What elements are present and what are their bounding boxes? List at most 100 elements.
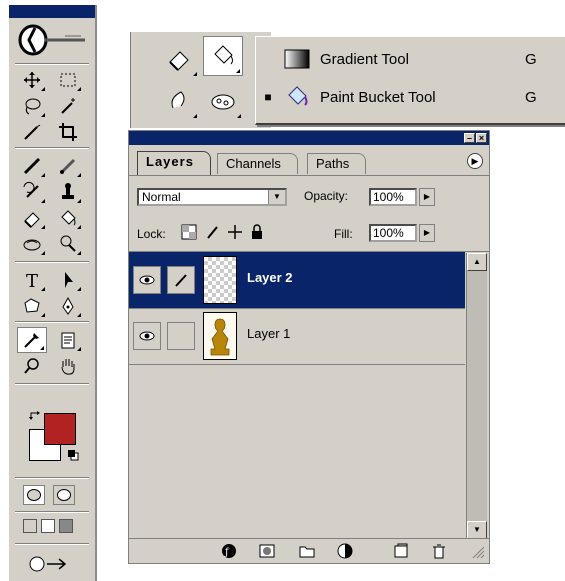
slice-tool-icon[interactable] — [17, 119, 47, 145]
tool-options-strip — [130, 32, 271, 128]
shape-tool-icon[interactable] — [17, 293, 47, 319]
photoshop-logo-icon[interactable] — [15, 22, 89, 58]
toolbox-separator — [15, 321, 89, 323]
fill-label: Fill: — [334, 227, 353, 241]
flyout-item-shortcut: G — [525, 88, 537, 106]
palette-bottom-bar: ƒ — [129, 538, 489, 563]
layer-row[interactable]: Layer 1 — [129, 308, 465, 365]
layer-thumbnail — [203, 256, 237, 304]
bucket-tool-icon[interactable] — [53, 205, 83, 231]
opacity-field[interactable]: 100% — [369, 188, 417, 206]
minimize-button[interactable]: – — [464, 133, 475, 143]
type-tool-icon[interactable]: T — [17, 267, 47, 293]
new-layer-icon[interactable] — [393, 543, 409, 559]
quick-mask-mode-button[interactable] — [53, 485, 75, 505]
toolbox-separator — [15, 63, 89, 65]
clone-stamp-tool-icon[interactable] — [53, 179, 83, 205]
sponge-tool-icon[interactable] — [203, 80, 243, 120]
move-tool-icon[interactable] — [17, 67, 47, 93]
flyout-item-paint-bucket[interactable]: ■ Paint Bucket Tool G — [256, 79, 565, 115]
path-selection-tool-icon[interactable] — [53, 267, 83, 293]
layer-thumbnail-statue-icon — [203, 312, 237, 360]
layer-row[interactable]: Layer 2 — [129, 252, 465, 309]
blend-mode-value: Normal — [142, 190, 181, 204]
layers-scrollbar[interactable]: ▲ ▼ — [466, 253, 487, 539]
flyout-item-label: Paint Bucket Tool — [320, 88, 436, 106]
trash-icon[interactable] — [431, 543, 447, 559]
brush-tool-icon[interactable] — [53, 153, 83, 179]
tab-paths[interactable]: Paths — [307, 153, 367, 174]
full-screen-mode-button[interactable] — [59, 519, 73, 533]
eraser-tool-icon[interactable] — [17, 205, 47, 231]
layer-style-icon[interactable]: ƒ — [221, 543, 237, 559]
zoom-tool-icon[interactable] — [17, 353, 47, 379]
toolbox-separator — [15, 543, 89, 545]
full-screen-menu-mode-button[interactable] — [41, 519, 55, 533]
lock-position-icon[interactable] — [227, 224, 243, 240]
swap-colors-icon[interactable] — [29, 409, 41, 421]
lock-image-icon[interactable] — [205, 224, 221, 240]
paint-bucket-icon — [280, 82, 314, 112]
layer-name: Layer 1 — [247, 326, 291, 341]
foreground-color-swatch[interactable] — [44, 413, 76, 445]
marquee-tool-icon[interactable] — [53, 67, 83, 93]
layer-brush-icon[interactable] — [167, 266, 195, 294]
visibility-eye-icon[interactable] — [133, 266, 161, 294]
dodge-tool-icon[interactable] — [53, 231, 83, 257]
flyout-item-shortcut: G — [525, 50, 537, 68]
gradient-tool-icon — [280, 44, 314, 74]
toolbox-separator — [15, 147, 89, 149]
visibility-eye-icon[interactable] — [133, 322, 161, 350]
new-set-icon[interactable] — [299, 543, 315, 559]
flyout-item-gradient[interactable]: Gradient Tool G — [256, 41, 565, 77]
jump-to-imageready-icon[interactable] — [19, 551, 79, 577]
layers-list: Layer 2 Layer 1 — [129, 251, 489, 538]
opacity-label: Opacity: — [304, 189, 349, 203]
pen-tool-icon[interactable] — [53, 293, 83, 319]
lasso-tool-icon[interactable] — [17, 93, 47, 119]
palette-title-bar[interactable]: – × — [129, 131, 489, 145]
toolbox-separator — [15, 261, 89, 263]
scroll-down-button[interactable]: ▼ — [467, 521, 487, 539]
hand-tool-icon[interactable] — [53, 353, 83, 379]
opacity-slider-arrow[interactable]: ▶ — [419, 188, 435, 206]
toolbox-separator — [15, 477, 89, 479]
standard-mode-button[interactable] — [23, 485, 45, 505]
bucket-tool-icon[interactable] — [203, 36, 243, 76]
layers-palette: – × Layers Channels Paths ▶ Normal ▼ Opa… — [128, 130, 490, 564]
blur-tool-icon[interactable] — [17, 231, 47, 257]
tab-channels[interactable]: Channels — [217, 153, 298, 174]
tab-layers[interactable]: Layers — [137, 151, 211, 175]
history-brush-tool-icon[interactable] — [17, 179, 47, 205]
fill-field[interactable]: 100% — [369, 224, 417, 242]
layer-name: Layer 2 — [247, 270, 293, 285]
blur-tool-icon[interactable] — [159, 80, 199, 120]
toolbox-separator — [15, 511, 89, 513]
eraser-tool-icon[interactable] — [159, 38, 199, 78]
magic-wand-tool-icon[interactable] — [53, 93, 83, 119]
lock-transparency-icon[interactable] — [181, 224, 197, 240]
resize-grip-icon[interactable] — [469, 543, 485, 559]
palette-menu-arrow-icon[interactable]: ▶ — [467, 153, 483, 169]
crop-tool-icon[interactable] — [53, 119, 83, 145]
lock-label: Lock: — [137, 227, 166, 241]
scroll-up-button[interactable]: ▲ — [467, 253, 487, 271]
chevron-down-icon[interactable]: ▼ — [268, 190, 285, 204]
toolbox-title-bar[interactable] — [9, 5, 95, 18]
close-button[interactable]: × — [476, 133, 487, 143]
add-mask-icon[interactable] — [259, 543, 275, 559]
notes-tool-icon[interactable] — [53, 327, 83, 353]
standard-screen-mode-button[interactable] — [23, 519, 37, 533]
layer-link-cell[interactable] — [167, 322, 195, 350]
fill-slider-arrow[interactable]: ▶ — [419, 224, 435, 242]
blend-mode-select[interactable]: Normal ▼ — [137, 188, 287, 206]
adjustment-layer-icon[interactable] — [337, 543, 353, 559]
default-colors-icon[interactable] — [67, 449, 79, 461]
flyout-item-label: Gradient Tool — [320, 50, 409, 68]
toolbox: T — [8, 5, 97, 581]
svg-text:T: T — [26, 271, 38, 291]
lock-all-icon[interactable] — [249, 224, 265, 240]
eyedropper-tool-icon[interactable] — [17, 327, 47, 353]
palette-tabs: Layers Channels Paths — [129, 149, 489, 176]
healing-brush-tool-icon[interactable] — [17, 153, 47, 179]
